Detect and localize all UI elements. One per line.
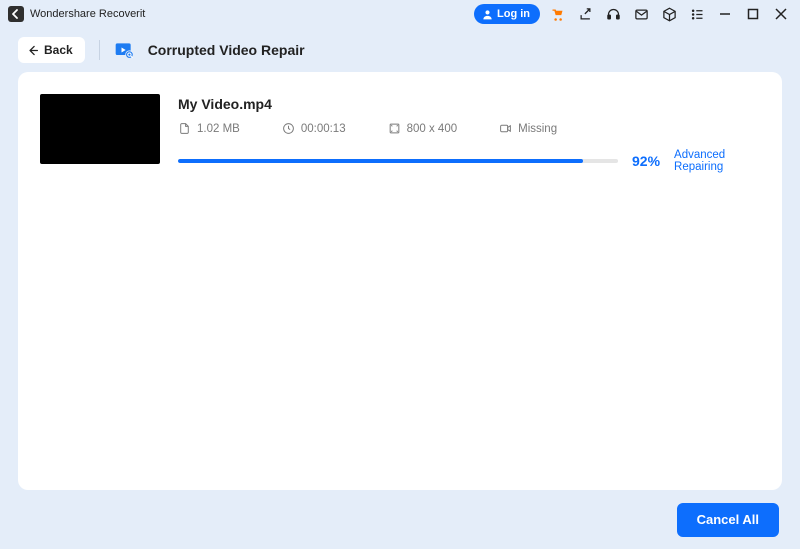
filename-label: My Video.mp4 (178, 96, 760, 112)
state-value: Missing (518, 123, 557, 135)
user-icon (482, 9, 493, 20)
video-state-icon (499, 122, 512, 135)
progress-row: 92% Advanced Repairing (178, 149, 760, 173)
progress-fill (178, 159, 583, 163)
titlebar: Wondershare Recoverit Log in (0, 0, 800, 28)
meta-duration: 00:00:13 (282, 122, 346, 135)
cart-icon[interactable] (546, 3, 568, 25)
mail-icon[interactable] (630, 3, 652, 25)
back-button[interactable]: Back (18, 37, 85, 63)
video-details: My Video.mp4 1.02 MB 00:00:13 800 x 400 … (178, 94, 760, 173)
file-icon (178, 122, 191, 135)
main-panel: My Video.mp4 1.02 MB 00:00:13 800 x 400 … (18, 72, 782, 490)
arrow-left-icon (26, 44, 39, 57)
progress-percent: 92% (632, 153, 660, 169)
package-icon[interactable] (658, 3, 680, 25)
video-thumbnail[interactable] (40, 94, 160, 164)
meta-state: Missing (499, 122, 557, 135)
page-title: Corrupted Video Repair (148, 42, 305, 58)
import-icon[interactable] (574, 3, 596, 25)
minimize-button[interactable] (714, 3, 736, 25)
meta-row: 1.02 MB 00:00:13 800 x 400 Missing (178, 122, 760, 135)
headset-icon[interactable] (602, 3, 624, 25)
status-label: Advanced Repairing (674, 149, 760, 173)
app-logo (8, 6, 24, 22)
login-button[interactable]: Log in (474, 4, 540, 24)
list-icon[interactable] (686, 3, 708, 25)
cancel-all-button[interactable]: Cancel All (677, 503, 779, 537)
close-button[interactable] (770, 3, 792, 25)
divider (99, 40, 100, 60)
meta-size: 1.02 MB (178, 122, 240, 135)
maximize-button[interactable] (742, 3, 764, 25)
dimensions-value: 800 x 400 (407, 123, 458, 135)
duration-value: 00:00:13 (301, 123, 346, 135)
footer: Cancel All (0, 490, 800, 549)
login-label: Log in (497, 8, 530, 20)
app-title: Wondershare Recoverit (30, 8, 145, 20)
toolbar: Back Corrupted Video Repair (0, 28, 800, 72)
size-value: 1.02 MB (197, 123, 240, 135)
meta-dimensions: 800 x 400 (388, 122, 458, 135)
video-item: My Video.mp4 1.02 MB 00:00:13 800 x 400 … (40, 94, 760, 173)
progress-bar (178, 159, 618, 163)
video-repair-icon (114, 40, 134, 60)
back-label: Back (44, 43, 73, 57)
clock-icon (282, 122, 295, 135)
dimensions-icon (388, 122, 401, 135)
